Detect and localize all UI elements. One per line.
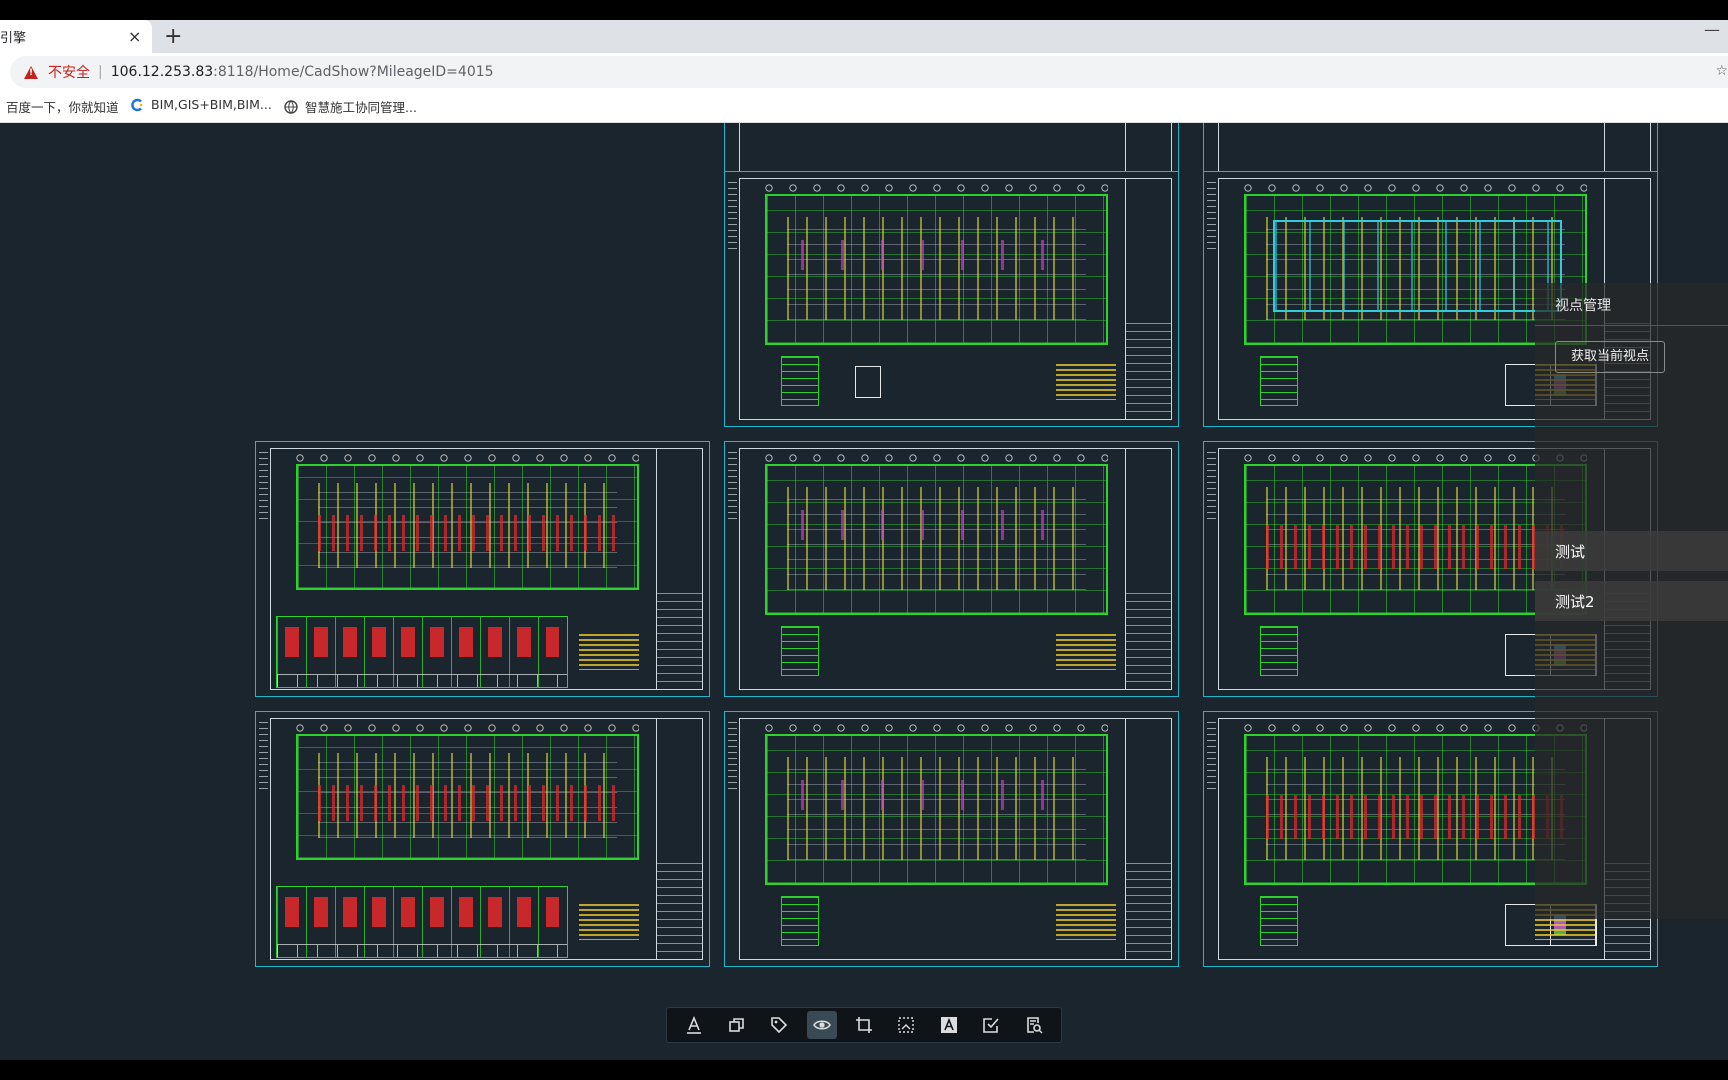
column-schedule-table — [276, 616, 568, 688]
text-style-icon[interactable] — [934, 1011, 964, 1039]
cad-sheet[interactable] — [255, 441, 710, 697]
bookmark-baidu[interactable]: 百度一下，你就知道 — [6, 97, 119, 116]
tab-title: 引擎 — [0, 31, 27, 46]
bookmark-label: 百度一下，你就知道 — [6, 100, 119, 115]
sheet-table — [1260, 626, 1298, 676]
column-plan-drawing — [296, 464, 639, 590]
sheet-title-block — [656, 448, 703, 690]
measure-area-icon[interactable] — [891, 1011, 921, 1039]
copy-layers-icon[interactable] — [722, 1011, 752, 1039]
bookmark-label: BIM,GIS+BIM,BIM... — [151, 97, 272, 112]
viewpoint-label: 测试 — [1555, 543, 1586, 561]
globe-icon — [284, 99, 298, 114]
floor-plan-drawing — [765, 734, 1108, 886]
cad-sheet[interactable] — [724, 171, 1179, 427]
sheet-notes — [1056, 634, 1116, 670]
minimize-window-icon[interactable]: — — [1704, 20, 1720, 39]
sheet-table — [781, 626, 819, 676]
sheet-table — [1260, 356, 1298, 406]
bookmark-label: 智慧施工协同管理... — [305, 100, 417, 115]
sheet-table — [781, 896, 819, 946]
cad-sheet[interactable] — [255, 711, 710, 967]
viewpoint-item[interactable]: 测试2 — [1535, 581, 1728, 621]
sheet-notes — [1056, 364, 1116, 400]
url-separator: | — [98, 64, 103, 80]
checkbox-icon[interactable] — [976, 1011, 1006, 1039]
c-logo-icon — [131, 98, 143, 111]
text-annotation-icon[interactable] — [679, 1011, 709, 1039]
os-bottom-bar — [0, 1060, 1728, 1080]
os-top-bar — [0, 0, 1728, 20]
sheet-title-block — [1125, 718, 1172, 960]
crop-frame-icon[interactable] — [849, 1011, 879, 1039]
url-path: :8118/Home/CadShow?MileageID=4015 — [213, 64, 494, 80]
eye-icon[interactable] — [806, 1011, 837, 1039]
cad-sheet[interactable] — [724, 441, 1179, 697]
security-indicator[interactable]: 不安全 — [48, 62, 90, 82]
tag-icon[interactable] — [764, 1011, 794, 1039]
bookmark-star-icon[interactable]: ☆ — [1715, 63, 1728, 79]
warning-icon[interactable] — [24, 65, 38, 79]
bookmarks-bar: 百度一下，你就知道 BIM,GIS+BIM,BIM... 智慧施工协同管理... — [0, 91, 1728, 123]
document-search-icon[interactable] — [1019, 1011, 1049, 1039]
tab-strip: 引擎 × + — — [0, 20, 1728, 53]
sheet-table — [781, 356, 819, 406]
bookmark-bim[interactable]: BIM,GIS+BIM,BIM... — [130, 97, 272, 112]
cad-sheet[interactable] — [724, 711, 1179, 967]
column-plan-drawing — [296, 734, 639, 860]
sheet-table — [1260, 896, 1298, 946]
bookmark-smart-construction[interactable]: 智慧施工协同管理... — [284, 97, 417, 116]
floor-plan-drawing — [765, 464, 1108, 616]
cad-toolbar — [666, 1007, 1062, 1043]
sheet-notes — [1056, 904, 1116, 940]
omnibox[interactable]: 不安全 | 106.12.253.83:8118/Home/CadShow?Mi… — [10, 56, 1728, 88]
sheet-notes — [579, 904, 639, 940]
sheet-title-block — [656, 718, 703, 960]
viewpoint-panel: 视点管理 获取当前视点 测试 测试2 — [1535, 283, 1728, 919]
sheet-notes — [579, 634, 639, 670]
sheet-title-block — [1125, 448, 1172, 690]
panel-title: 视点管理 — [1555, 298, 1611, 314]
viewpoint-label: 测试2 — [1555, 593, 1595, 611]
panel-header: 视点管理 — [1535, 283, 1728, 326]
sheet-detail — [855, 366, 881, 398]
url-host: 106.12.253.83 — [110, 64, 214, 80]
viewpoint-item[interactable]: 测试 — [1535, 531, 1728, 571]
column-schedule-table — [276, 886, 568, 958]
get-current-view-button[interactable]: 获取当前视点 — [1555, 341, 1665, 373]
sheet-title-block — [1125, 178, 1172, 420]
browser-tab[interactable]: 引擎 × — [0, 20, 152, 53]
close-tab-icon[interactable]: × — [128, 27, 141, 46]
cad-viewer-canvas[interactable]: 视点管理 获取当前视点 测试 测试2 — [0, 123, 1728, 1060]
address-bar: 不安全 | 106.12.253.83:8118/Home/CadShow?Mi… — [0, 53, 1728, 91]
floor-plan-drawing — [765, 194, 1108, 346]
new-tab-icon[interactable]: + — [164, 24, 182, 49]
url-text[interactable]: 106.12.253.83:8118/Home/CadShow?MileageI… — [111, 64, 494, 80]
